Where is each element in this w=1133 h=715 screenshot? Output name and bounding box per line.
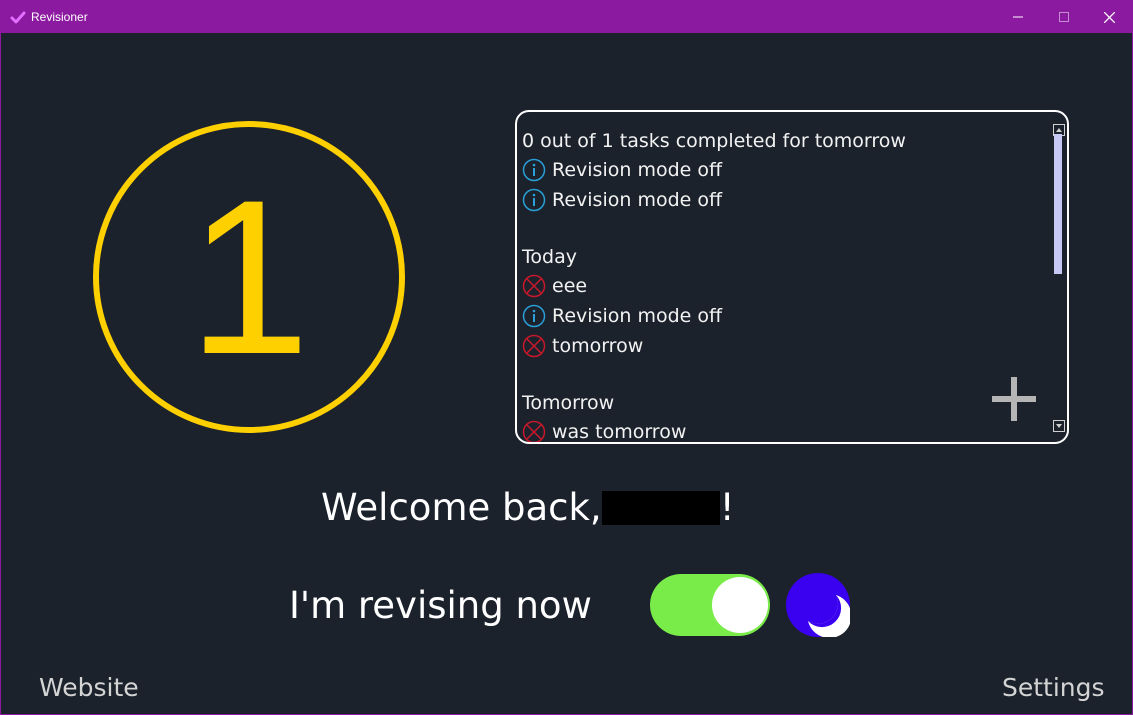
incomplete-icon bbox=[522, 420, 546, 442]
info-icon bbox=[522, 158, 546, 182]
revising-toggle[interactable] bbox=[650, 574, 770, 636]
task-list[interactable]: 0 out of 1 tasks completed for tomorrow R… bbox=[522, 126, 1042, 443]
welcome-message: Welcome back,! bbox=[321, 486, 735, 529]
task-item[interactable]: Revision mode off bbox=[522, 301, 1042, 331]
incomplete-icon bbox=[522, 274, 546, 298]
task-spacer bbox=[522, 361, 1042, 388]
info-icon bbox=[522, 304, 546, 328]
toggle-knob bbox=[712, 577, 768, 633]
task-item[interactable]: Revision mode off bbox=[522, 155, 1042, 185]
arrow-down-icon bbox=[1056, 424, 1062, 428]
title-bar[interactable]: Revisioner bbox=[1, 1, 1132, 33]
website-link[interactable]: Website bbox=[39, 673, 139, 702]
task-line-text: Revision mode off bbox=[552, 159, 723, 181]
task-item[interactable]: Revision mode off bbox=[522, 185, 1042, 215]
task-line-text: tomorrow bbox=[552, 335, 644, 357]
info-icon bbox=[522, 188, 546, 212]
task-item[interactable]: eee bbox=[522, 271, 1042, 301]
incomplete-icon bbox=[522, 334, 546, 358]
close-button[interactable] bbox=[1086, 1, 1132, 33]
task-line-text: Revision mode off bbox=[552, 189, 723, 211]
task-line-text: Revision mode off bbox=[552, 305, 723, 327]
minimize-icon bbox=[1013, 16, 1023, 18]
task-line-text: Tomorrow bbox=[522, 391, 615, 414]
app-window: Revisioner 1 0 out of 1 tasks completed … bbox=[0, 0, 1133, 715]
plus-icon bbox=[992, 377, 1036, 421]
maximize-button[interactable] bbox=[1041, 1, 1087, 33]
settings-link[interactable]: Settings bbox=[1002, 673, 1105, 702]
checkmark-app-icon bbox=[10, 11, 26, 24]
window-title: Revisioner bbox=[31, 10, 88, 24]
task-line-text: Today bbox=[522, 245, 577, 268]
redacted-username bbox=[601, 490, 720, 525]
maximize-icon bbox=[1059, 12, 1069, 22]
task-item[interactable]: tomorrow bbox=[522, 331, 1042, 361]
task-line-text: 0 out of 1 tasks completed for tomorrow bbox=[522, 129, 906, 152]
theme-button[interactable] bbox=[786, 573, 852, 638]
task-section-heading: Tomorrow bbox=[522, 388, 1042, 417]
add-task-button[interactable] bbox=[989, 374, 1039, 424]
task-panel: 0 out of 1 tasks completed for tomorrow R… bbox=[515, 110, 1069, 444]
close-icon bbox=[1103, 11, 1115, 23]
moon-icon bbox=[808, 595, 852, 638]
minimize-button[interactable] bbox=[995, 1, 1041, 33]
task-item[interactable]: was tomorrow bbox=[522, 417, 1042, 443]
task-line-text: eee bbox=[552, 275, 588, 297]
scroll-down-button[interactable] bbox=[1053, 420, 1065, 432]
welcome-suffix: ! bbox=[719, 486, 735, 529]
revising-label: I'm revising now bbox=[289, 584, 592, 627]
task-section-heading: Today bbox=[522, 242, 1042, 271]
task-scrollbar[interactable] bbox=[1053, 124, 1065, 432]
scroll-thumb[interactable] bbox=[1054, 134, 1062, 274]
task-section-heading: 0 out of 1 tasks completed for tomorrow bbox=[522, 126, 1042, 155]
task-line-text: was tomorrow bbox=[552, 421, 687, 443]
task-spacer bbox=[522, 215, 1042, 242]
welcome-prefix: Welcome back, bbox=[321, 486, 602, 529]
arrow-up-icon bbox=[1056, 128, 1062, 132]
remaining-tasks-count: 1 bbox=[187, 154, 311, 400]
